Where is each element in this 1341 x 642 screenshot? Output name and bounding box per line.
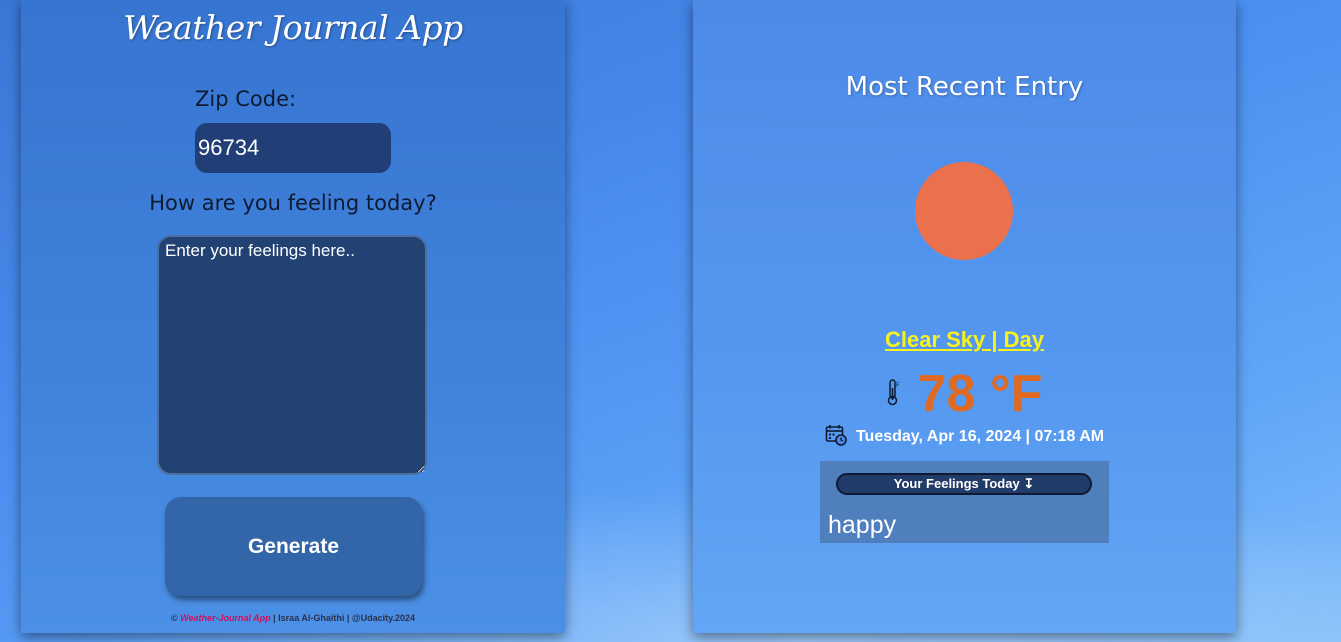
- journal-form-panel: Weather Journal App Zip Code: How are yo…: [21, 0, 565, 633]
- entry-date: Tuesday, Apr 16, 2024 | 07:18 AM: [855, 428, 1105, 445]
- footer-credits: | Israa Al-Ghaithi | @Udacity.2024: [273, 613, 416, 623]
- temperature-value: 78 °F: [917, 365, 1043, 423]
- thermometer-icon: F: [887, 378, 901, 410]
- app-title: Weather Journal App: [123, 8, 463, 47]
- feelings-box: Your Feelings Today ↧ happy: [820, 461, 1109, 543]
- temperature-row: F 78 °F: [693, 364, 1236, 424]
- feelings-textarea[interactable]: [157, 235, 427, 475]
- footer-app-name: Weather-Journal App: [180, 613, 271, 623]
- recent-entry-panel: Most Recent Entry Clear Sky | Day F 78 °…: [693, 0, 1236, 633]
- generate-button[interactable]: Generate: [165, 497, 422, 596]
- sun-icon: [915, 162, 1013, 260]
- footer: © Weather-Journal App | Israa Al-Ghaithi…: [21, 613, 565, 623]
- weather-condition: Clear Sky | Day: [884, 327, 1045, 352]
- feelings-header: Your Feelings Today ↧: [836, 473, 1092, 495]
- zip-code-label: Zip Code:: [195, 87, 297, 111]
- copyright-symbol: ©: [170, 613, 178, 623]
- zip-code-input[interactable]: [195, 123, 391, 173]
- recent-entry-title: Most Recent Entry: [845, 72, 1084, 102]
- feelings-label: How are you feeling today?: [149, 191, 437, 215]
- calendar-clock-icon: [825, 424, 847, 450]
- feelings-value: happy: [828, 511, 897, 539]
- date-row: Tuesday, Apr 16, 2024 | 07:18 AM: [693, 424, 1236, 450]
- svg-text:F: F: [896, 382, 900, 389]
